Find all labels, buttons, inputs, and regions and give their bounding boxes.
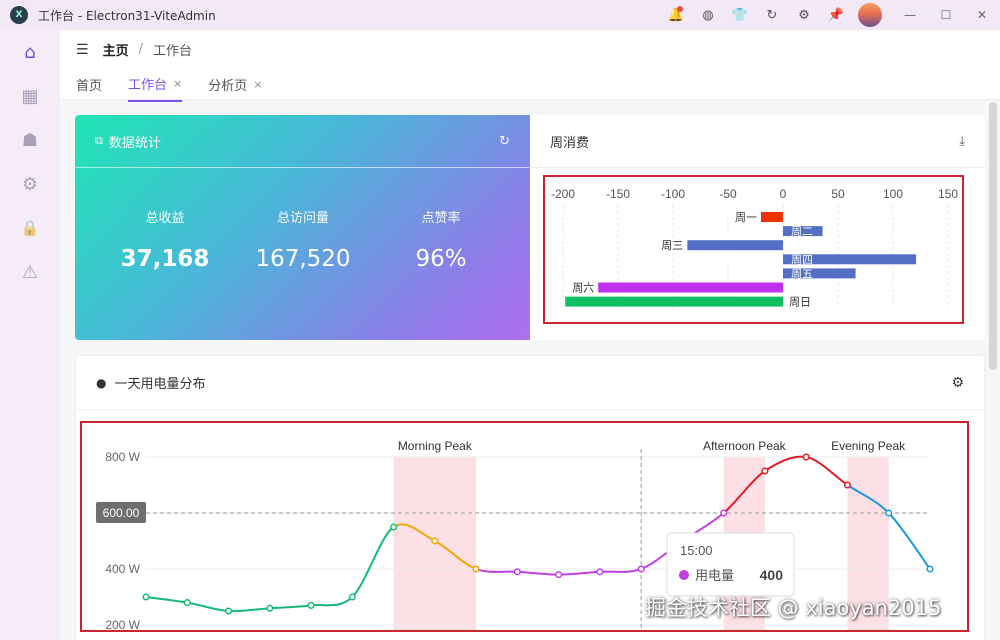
breadcrumb-current: 工作台 [152,44,192,59]
gear-icon: ⚙ [21,173,39,195]
notification-dot [677,6,683,12]
refresh-icon[interactable]: ↻ [756,0,788,30]
warning-icon: ⚠ [21,261,39,283]
stats-card-header: ⧉ 数据统计 ↻ [75,115,530,168]
breadcrumb-home[interactable]: 主页 [103,40,129,59]
lightbulb-icon: ● [96,375,107,390]
tab-bar: 首页 工作台 × 分析页 × [76,74,288,102]
close-icon[interactable]: × [173,77,182,90]
sidebar-item-user[interactable]: ☗ [0,118,60,162]
gear-icon[interactable]: ⚙ [951,375,964,391]
minimize-button[interactable]: — [892,0,928,30]
scrollbar-thumb[interactable] [989,102,997,370]
bell-icon[interactable]: 🔔 [660,0,692,30]
tab-label: 首页 [76,79,103,94]
close-button[interactable]: ✕ [964,0,1000,30]
sidebar-item-settings[interactable]: ⚙ [0,162,60,206]
tab-label: 分析页 [208,79,248,94]
breadcrumb-separator: / [138,42,143,57]
copy-icon: ⧉ [95,134,103,147]
pin-icon[interactable]: 📌 [820,0,852,30]
weekly-card-header: 周消费 ⤓ [530,115,985,168]
tab-home[interactable]: 首页 [76,74,102,102]
user-icon: ☗ [21,129,39,151]
refresh-icon[interactable]: ↻ [499,134,510,149]
tab-analysis[interactable]: 分析页 × [208,74,262,102]
tab-workbench[interactable]: 工作台 × [128,74,183,102]
sidebar: ⌂ ▦ ☗ ⚙ 🔒 ⚠ [0,30,60,640]
header: ☰ 主页 / 工作台 首页 工作台 × 分析页 × [60,30,1000,102]
grid-icon: ▦ [21,85,39,107]
power-card-header: ● 一天用电量分布 ⚙ [76,356,984,410]
weekly-card-title: 周消费 [550,135,590,151]
stats-card-title: 数据统计 [108,135,161,151]
palette-icon[interactable]: ◍ [692,0,724,30]
breadcrumb: ☰ 主页 / 工作台 [76,40,192,60]
sidebar-item-error[interactable]: ⚠ [0,250,60,294]
metric-label: 总收益 [145,211,185,226]
sidebar-item-permission[interactable]: 🔒 [0,206,60,250]
metric-value: 96% [415,246,467,272]
close-icon[interactable]: × [253,78,262,91]
metric-visits: 总访问量 167,520 [228,207,378,272]
shirt-icon[interactable]: 👕 [724,0,756,30]
menu-fold-icon[interactable]: ☰ [76,42,89,58]
metric-value: 167,520 [255,246,351,272]
download-icon[interactable]: ⤓ [959,134,965,149]
metric-value: 37,168 [120,246,210,272]
tab-label: 工作台 [128,78,168,93]
stats-card: ⧉ 数据统计 ↻ 总收益 37,168 总访问量 167,520 点赞率 96% [75,115,530,340]
sidebar-item-home[interactable]: ⌂ [0,30,60,74]
home-icon: ⌂ [24,41,36,63]
metric-label: 总访问量 [276,211,329,226]
app-logo-icon: X [10,6,28,24]
lock-icon: 🔒 [20,219,40,237]
metric-like-rate: 点赞率 96% [366,207,516,272]
title-actions: 🔔 ◍ 👕 ↻ ⚙ 📌 — ☐ ✕ [660,0,1000,30]
maximize-button[interactable]: ☐ [928,0,964,30]
watermark: 掘金技术社区 @ xiaoyan2015 [645,596,942,620]
power-card-title: 一天用电量分布 [114,377,206,392]
title-bar: X 工作台 - Electron31-ViteAdmin 🔔 ◍ 👕 ↻ ⚙ 📌… [0,0,1000,30]
sidebar-item-components[interactable]: ▦ [0,74,60,118]
window-title: 工作台 - Electron31-ViteAdmin [38,8,216,23]
settings-icon[interactable]: ⚙ [788,0,820,30]
metric-label: 点赞率 [421,211,461,226]
metric-revenue: 总收益 37,168 [90,207,240,272]
highlight-box [543,175,964,324]
avatar[interactable] [858,3,882,27]
